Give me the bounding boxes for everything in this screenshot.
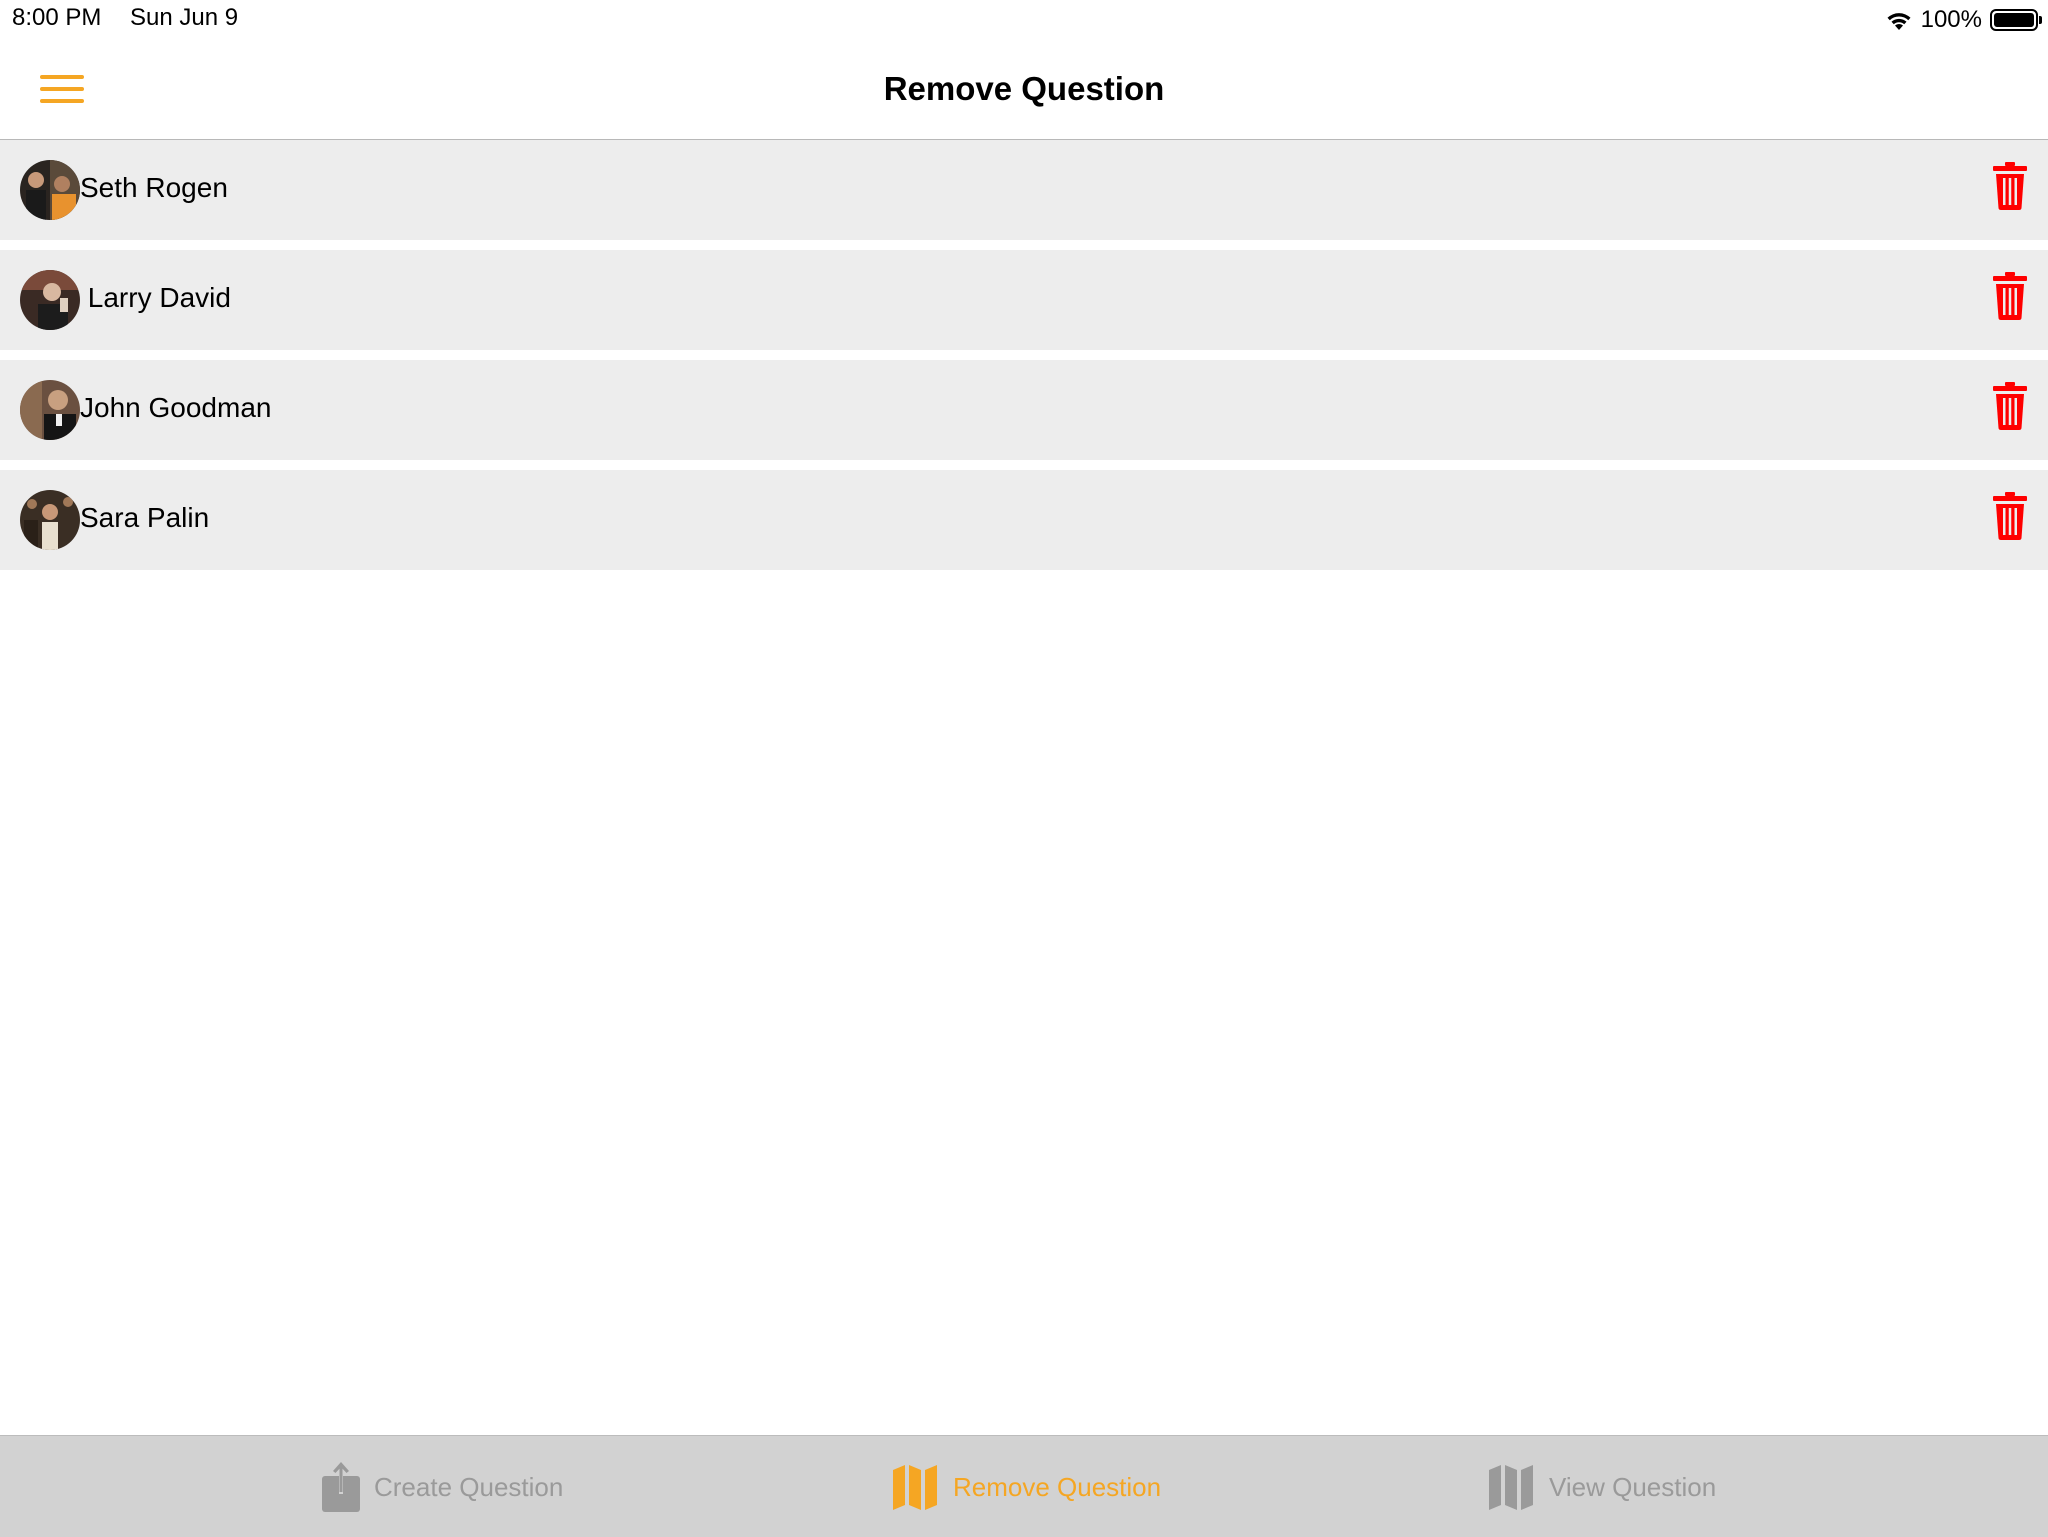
trash-icon[interactable] — [1993, 492, 2027, 540]
map-icon — [893, 1465, 937, 1510]
trash-icon[interactable] — [1993, 272, 2027, 320]
list-item[interactable]: Sara Palin — [0, 470, 2048, 570]
list-item[interactable]: Seth Rogen — [0, 140, 2048, 240]
trash-icon[interactable] — [1993, 382, 2027, 430]
avatar — [20, 490, 80, 550]
list-item-label: John Goodman — [80, 392, 272, 423]
list-item-label: Sara Palin — [80, 502, 210, 533]
status-indicators: 100% — [1885, 4, 2042, 36]
tab-label: View Question — [1549, 1471, 1717, 1502]
map-icon — [1489, 1465, 1533, 1510]
status-bar: 8:00 PM Sun Jun 9 100% — [0, 0, 2048, 40]
list-item[interactable]: John Goodman — [0, 360, 2048, 460]
tab-remove-question[interactable]: Remove Question — [893, 1462, 1161, 1512]
navigation-bar: Remove Question — [0, 40, 2048, 140]
question-list: Seth Rogen Larry David John Goodman Sara… — [0, 140, 2048, 580]
battery-icon — [1990, 9, 2042, 31]
avatar — [20, 270, 80, 330]
trash-icon[interactable] — [1993, 162, 2027, 210]
tab-bar: Create Question Remove Question View Que… — [0, 1435, 2048, 1537]
share-upload-icon — [322, 1462, 360, 1512]
avatar — [20, 380, 80, 440]
wifi-icon — [1887, 13, 1911, 30]
tab-label: Create Question — [374, 1471, 564, 1502]
battery-level — [1994, 13, 2034, 27]
list-item[interactable]: Larry David — [0, 250, 2048, 350]
list-item-label: Larry David — [80, 282, 231, 313]
tab-view-question[interactable]: View Question — [1489, 1462, 1716, 1512]
status-date: Sun Jun 9 — [130, 4, 239, 31]
list-item-label: Seth Rogen — [80, 172, 228, 203]
status-time: 8:00 PM — [12, 4, 102, 31]
page-title: Remove Question — [883, 70, 1165, 107]
avatar — [20, 160, 80, 220]
battery-percentage: 100% — [1920, 6, 1982, 33]
tab-label: Remove Question — [953, 1471, 1162, 1502]
tab-create-question[interactable]: Create Question — [322, 1462, 563, 1512]
